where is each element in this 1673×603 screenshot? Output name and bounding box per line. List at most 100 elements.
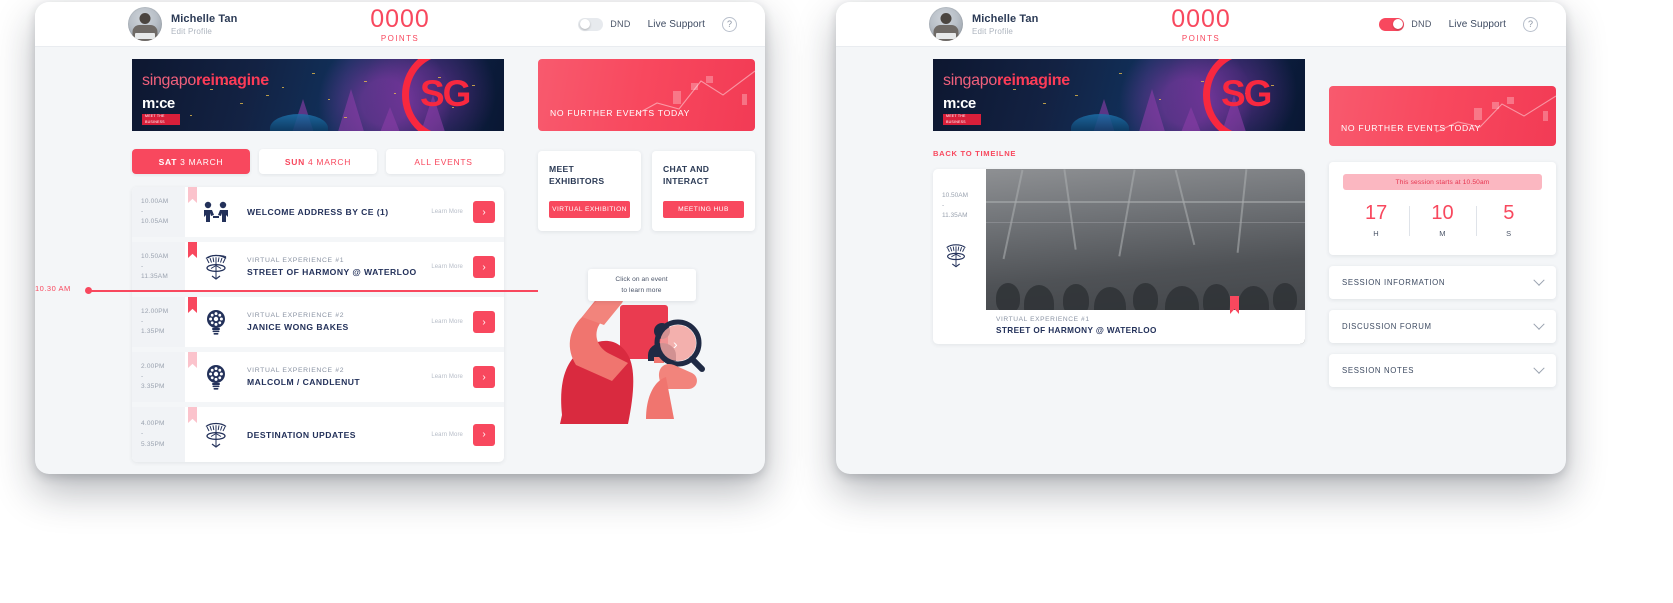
body-b: singaporeimagine m:ce MEET THE BUSINESS … bbox=[836, 47, 1566, 474]
tab-all-events[interactable]: ALL EVENTS bbox=[386, 149, 504, 174]
side-column-b: This session starts at 10.50am 17 H 10 M… bbox=[1329, 162, 1556, 387]
banner-wordmark-thin: singapo bbox=[943, 72, 997, 89]
live-support-link[interactable]: Live Support bbox=[648, 19, 705, 30]
chevron-right-icon[interactable]: › bbox=[473, 256, 495, 278]
countdown-unit: S bbox=[1506, 229, 1512, 238]
event-time: 4.00PM - 5.35PM bbox=[132, 407, 185, 462]
current-time-label: 10.30 AM bbox=[35, 284, 71, 293]
event-start: 10.00AM bbox=[141, 197, 169, 205]
session-video[interactable]: VIRTUAL EXPERIENCE #1 STREET OF HARMONY … bbox=[986, 169, 1305, 344]
mice-logo: m:ce bbox=[943, 95, 976, 112]
chevron-down-icon[interactable] bbox=[1533, 318, 1545, 330]
meeting-hub-button[interactable]: MEETING HUB bbox=[663, 200, 744, 218]
side-column-a: NO FURTHER EVENTS TODAY MEET EXHIBITORS … bbox=[538, 59, 765, 474]
mice-badge-line2: BUSINESS bbox=[145, 119, 165, 124]
banner-wordmark: singaporeimagine bbox=[142, 72, 269, 90]
tooltip-line2: to learn more bbox=[621, 286, 662, 294]
chevron-down-icon[interactable] bbox=[1533, 362, 1545, 374]
event-text: WELCOME ADDRESS BY CE (1) bbox=[247, 187, 431, 237]
event-text: DESTINATION UPDATES bbox=[247, 407, 431, 462]
accordion-label: SESSION NOTES bbox=[1342, 366, 1415, 375]
accordion-label: SESSION INFORMATION bbox=[1342, 278, 1446, 287]
learn-more-link[interactable]: Learn More bbox=[431, 319, 463, 325]
dnd-control[interactable]: DND bbox=[1379, 17, 1431, 31]
edit-profile-link[interactable]: Edit Profile bbox=[972, 27, 1038, 36]
topbar-actions-b: DND Live Support ? bbox=[1379, 16, 1538, 32]
profile-block-a[interactable]: Michelle Tan Edit Profile bbox=[128, 7, 237, 41]
event-dash: - bbox=[141, 262, 144, 270]
table-row[interactable]: 2.00PM - 3.35PM VIRTUAL EXPERIENCE #2 MA… bbox=[132, 352, 504, 407]
countdown-seconds: 5 S bbox=[1475, 203, 1542, 238]
learn-more-link[interactable]: Learn More bbox=[431, 209, 463, 215]
tab-strong: ALL EVENTS bbox=[414, 156, 473, 167]
tab-strong: SAT bbox=[158, 156, 178, 167]
help-icon[interactable]: ? bbox=[722, 16, 737, 32]
body-a: singaporeimagine m:ce MEET THE BUSINESS … bbox=[35, 47, 765, 474]
accordion-session-information[interactable]: SESSION INFORMATION bbox=[1329, 266, 1556, 299]
card-title-line2: INTERACT bbox=[663, 176, 709, 187]
event-text: VIRTUAL EXPERIENCE #2 MALCOLM / CANDLENU… bbox=[247, 352, 431, 402]
countdown-card: This session starts at 10.50am 17 H 10 M… bbox=[1329, 162, 1556, 255]
current-time-marker: 10.30 AM bbox=[35, 284, 538, 299]
countdown-value: 10 bbox=[1431, 202, 1454, 224]
live-support-link[interactable]: Live Support bbox=[1449, 19, 1506, 30]
dnd-toggle[interactable] bbox=[578, 17, 604, 31]
learn-more-link[interactable]: Learn More bbox=[431, 374, 463, 380]
back-to-timeline-link[interactable]: BACK TO TIMEILNE bbox=[933, 149, 1566, 158]
edit-profile-link[interactable]: Edit Profile bbox=[171, 27, 237, 36]
table-row[interactable]: 12.00PM - 1.35PM VIRTUAL EXPERIENCE #2 J… bbox=[132, 297, 504, 352]
card-title-line2: EXHIBITORS bbox=[549, 176, 605, 187]
timeline-column: singaporeimagine m:ce MEET THE BUSINESS … bbox=[35, 59, 538, 474]
user-name: Michelle Tan bbox=[972, 12, 1039, 25]
event-banner-b[interactable]: singaporeimagine m:ce MEET THE BUSINESS … bbox=[933, 59, 1305, 131]
session-caption: VIRTUAL EXPERIENCE #1 STREET OF HARMONY … bbox=[986, 310, 1305, 344]
event-end: 1.35PM bbox=[141, 328, 165, 336]
quick-action-cards: MEET EXHIBITORS VIRTUAL EXHIBITION CHAT … bbox=[538, 151, 755, 231]
event-start: 10.50AM bbox=[141, 252, 169, 260]
event-subtitle: VIRTUAL EXPERIENCE #2 bbox=[247, 367, 345, 374]
tab-sat-3-march[interactable]: SAT 3 MARCH bbox=[132, 149, 250, 174]
tab-light: 3 MARCH bbox=[180, 156, 224, 167]
chevron-right-icon[interactable]: › bbox=[473, 366, 495, 388]
chevron-right-icon[interactable]: › bbox=[473, 201, 495, 223]
tooltip-line1: Click on an event bbox=[615, 275, 668, 283]
chevron-down-icon[interactable] bbox=[1533, 274, 1545, 286]
virtual-exhibition-button[interactable]: VIRTUAL EXHIBITION bbox=[549, 200, 630, 218]
event-start: 4.00PM bbox=[141, 420, 165, 428]
session-subtitle: VIRTUAL EXPERIENCE #1 bbox=[996, 316, 1090, 323]
tab-sun-4-march[interactable]: SUN 4 MARCH bbox=[259, 149, 377, 174]
dnd-control[interactable]: DND bbox=[578, 17, 630, 31]
event-banner-a[interactable]: singaporeimagine m:ce MEET THE BUSINESS … bbox=[132, 59, 504, 131]
event-title: WELCOME ADDRESS BY CE (1) bbox=[247, 207, 389, 217]
countdown-hours: 17 H bbox=[1343, 203, 1409, 238]
accordion-discussion-forum[interactable]: DISCUSSION FORUM bbox=[1329, 310, 1556, 343]
screenshot-stage: Michelle Tan Edit Profile 0000 POINTS DN… bbox=[0, 0, 1673, 603]
card-title-line1: CHAT AND bbox=[663, 164, 710, 174]
accordion-session-notes[interactable]: SESSION NOTES bbox=[1329, 354, 1556, 387]
learn-more-link[interactable]: Learn More bbox=[431, 432, 463, 438]
help-icon[interactable]: ? bbox=[1523, 16, 1538, 32]
sg-logo-text: SG bbox=[1221, 73, 1272, 114]
topbar-actions-a: DND Live Support ? bbox=[578, 16, 737, 32]
accordion-label: DISCUSSION FORUM bbox=[1342, 322, 1432, 331]
dnd-toggle[interactable] bbox=[1379, 17, 1405, 31]
card-meet-exhibitors: MEET EXHIBITORS VIRTUAL EXHIBITION bbox=[538, 151, 641, 231]
event-time: 12.00PM - 1.35PM bbox=[132, 297, 185, 347]
illustration-chevron: › bbox=[673, 336, 678, 352]
learn-more-link[interactable]: Learn More bbox=[431, 264, 463, 270]
table-row[interactable]: 4.00PM - 5.35PM DESTINATION UPDATES Lear… bbox=[132, 407, 504, 462]
profile-block-b[interactable]: Michelle Tan Edit Profile bbox=[929, 7, 1038, 41]
date-tabs: SAT 3 MARCH SUN 4 MARCH ALL EVENTS bbox=[132, 149, 504, 174]
event-start: 2.00PM bbox=[141, 362, 165, 370]
banner-wordmark-bold: reimagine bbox=[195, 72, 269, 89]
event-dash: - bbox=[141, 207, 144, 215]
points-value: 0000 bbox=[370, 5, 430, 33]
card-title: CHAT AND INTERACT bbox=[663, 163, 744, 188]
event-dash: - bbox=[141, 317, 144, 325]
chevron-right-icon[interactable]: › bbox=[473, 423, 495, 446]
event-end: 11.35AM bbox=[141, 273, 168, 281]
no-further-events-text: NO FURTHER EVENTS TODAY bbox=[550, 108, 691, 118]
chevron-right-icon[interactable]: › bbox=[473, 311, 495, 333]
table-row[interactable]: 10.00AM - 10.05AM WELCOME ADDRESS BY CE … bbox=[132, 187, 504, 242]
card-title: MEET EXHIBITORS bbox=[549, 163, 630, 188]
